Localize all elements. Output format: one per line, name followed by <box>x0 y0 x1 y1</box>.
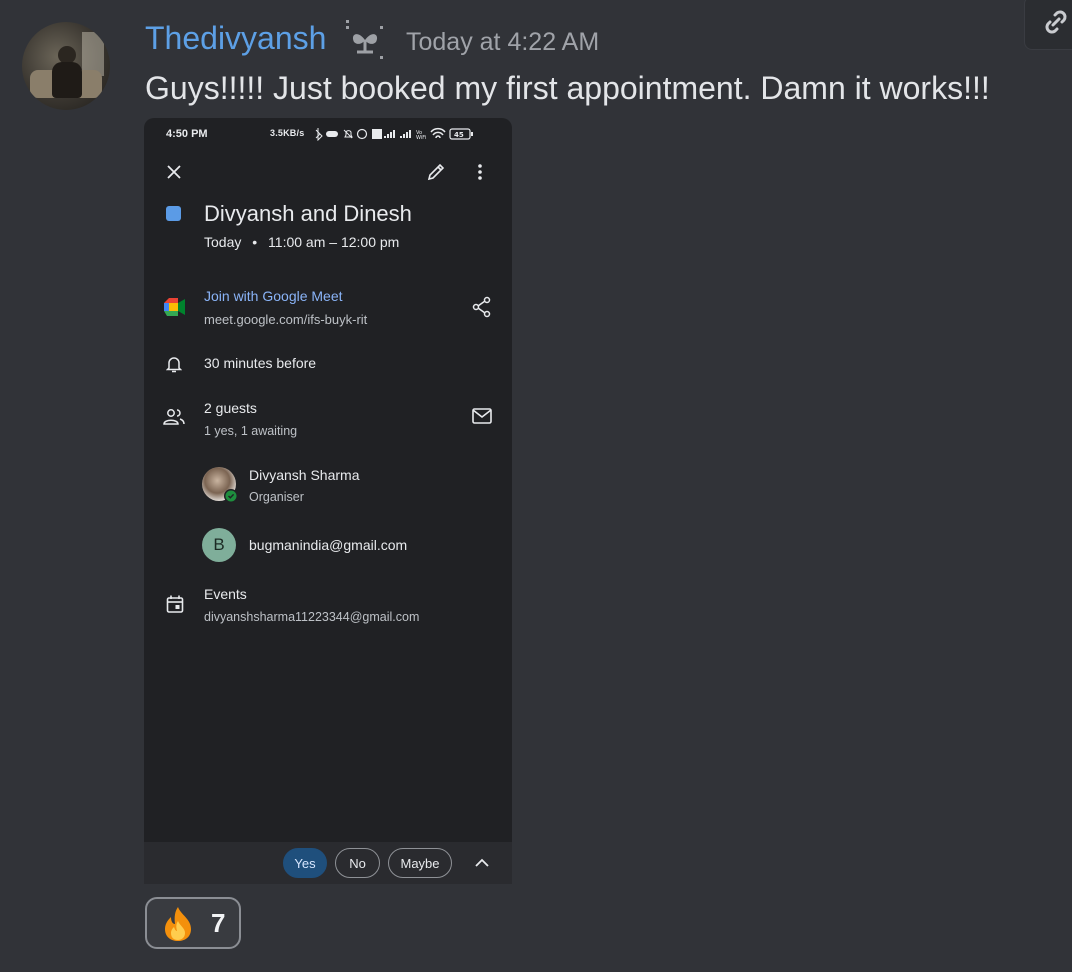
share-icon[interactable] <box>472 296 492 318</box>
reaction-count: 7 <box>211 908 226 938</box>
guest-summary: 1 yes, 1 awaiting <box>204 424 298 438</box>
battery-level: 45 <box>454 131 464 139</box>
guest-avatar-initial[interactable]: B <box>202 528 236 562</box>
author-avatar[interactable] <box>22 22 110 110</box>
more-options-icon[interactable] <box>472 162 488 182</box>
phone-status-bar: 4:50 PM 3.5KB/s Vo WiFi 45 <box>144 118 512 150</box>
avatar-body <box>52 62 82 98</box>
guest-role: Organiser <box>249 490 304 504</box>
reminder-text: 30 minutes before <box>204 355 317 371</box>
message-content: Guys!!!!! Just booked my first appointme… <box>145 70 990 106</box>
guest-name: Divyansh Sharma <box>249 467 360 483</box>
guest-email: bugmanindia@gmail.com <box>249 537 408 553</box>
chevron-up-icon[interactable] <box>474 857 490 869</box>
event-title: Divyansh and Dinesh <box>204 201 412 226</box>
accepted-check-icon <box>225 490 237 502</box>
rsvp-no-button[interactable]: No <box>335 848 380 878</box>
join-meet-link[interactable]: Join with Google Meet <box>204 288 343 304</box>
google-meet-icon <box>164 298 185 316</box>
status-time: 4:50 PM <box>166 128 208 140</box>
svg-text:WiFi: WiFi <box>416 135 426 141</box>
edit-pencil-icon[interactable] <box>426 162 446 182</box>
guest-avatar-organiser[interactable] <box>202 467 238 503</box>
reaction-button[interactable]: 7 <box>145 897 241 949</box>
calendar-icon <box>166 595 184 613</box>
copy-link-button[interactable] <box>1024 0 1072 50</box>
author-name[interactable]: Thedivyansh <box>145 20 326 57</box>
guest-count: 2 guests <box>204 400 257 416</box>
link-icon <box>1045 10 1067 34</box>
event-day: Today <box>204 234 242 250</box>
rsvp-bar: Yes No Maybe <box>144 842 512 884</box>
status-icons: Vo WiFi 45 <box>315 127 473 141</box>
calendar-color-swatch <box>166 206 181 221</box>
meet-url[interactable]: meet.google.com/ifs-buyk-rit <box>204 312 367 327</box>
attachment-image[interactable]: 4:50 PM 3.5KB/s Vo WiFi 45 Divyansh and <box>144 118 512 884</box>
bell-icon <box>166 357 182 373</box>
message-timestamp: Today at 4:22 AM <box>406 28 600 56</box>
status-network-speed: 3.5KB/s <box>270 128 305 138</box>
fire-emoji-icon <box>165 907 191 941</box>
calendar-name: Events <box>204 586 247 602</box>
calendar-account: divyanshsharma11223344@gmail.com <box>204 610 420 624</box>
event-datetime: Today • 11:00 am – 12:00 pm <box>204 234 400 250</box>
event-time: 11:00 am – 12:00 pm <box>268 234 400 250</box>
rsvp-maybe-button[interactable]: Maybe <box>388 848 452 878</box>
email-guests-icon[interactable] <box>472 408 492 424</box>
sprout-badge-icon <box>346 20 383 59</box>
rsvp-yes-button[interactable]: Yes <box>283 848 327 878</box>
close-icon[interactable] <box>166 164 182 180</box>
people-icon <box>163 409 185 425</box>
